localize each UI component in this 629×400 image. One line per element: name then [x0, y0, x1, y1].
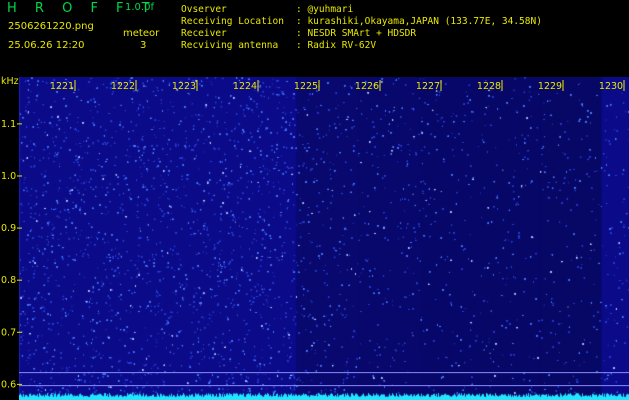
y-tick-label: 1.1	[1, 119, 16, 130]
spectrogram-panel	[19, 77, 629, 400]
info-label-receiver: Receiver	[181, 28, 227, 39]
y-tick-label: 0.9	[1, 223, 16, 234]
y-axis-label: kHz	[1, 76, 19, 87]
info-value-antenna: : Radix RV-62V	[296, 40, 377, 51]
spectrogram-canvas	[19, 77, 629, 400]
header-panel: H R O F F T 1.0.0f 2506261220.png 25.06.…	[0, 0, 629, 75]
y-tick-label: 0.6	[1, 379, 16, 390]
info-label-location: Receiving Location	[181, 16, 284, 27]
y-tick-label: 0.8	[1, 275, 16, 286]
y-tick-label: 0.7	[1, 327, 16, 338]
info-label-antenna: Recviving antenna	[181, 40, 279, 51]
meteor-count: 3	[140, 40, 147, 51]
file-name: 2506261220.png	[8, 21, 94, 32]
info-value-observer: : @yuhmari	[296, 4, 354, 15]
info-value-receiver: : NESDR SMArt + HDSDR	[296, 28, 417, 39]
app-version: 1.0.0f	[125, 2, 154, 13]
meteor-label: meteor	[123, 28, 160, 39]
info-label-observer: Ovserver	[181, 4, 227, 15]
info-value-location: : kurashiki,Okayama,JAPAN (133.77E, 34.5…	[296, 16, 542, 27]
datetime: 25.06.26 12:20	[8, 40, 85, 51]
y-tick-label: 1.0	[1, 171, 16, 182]
